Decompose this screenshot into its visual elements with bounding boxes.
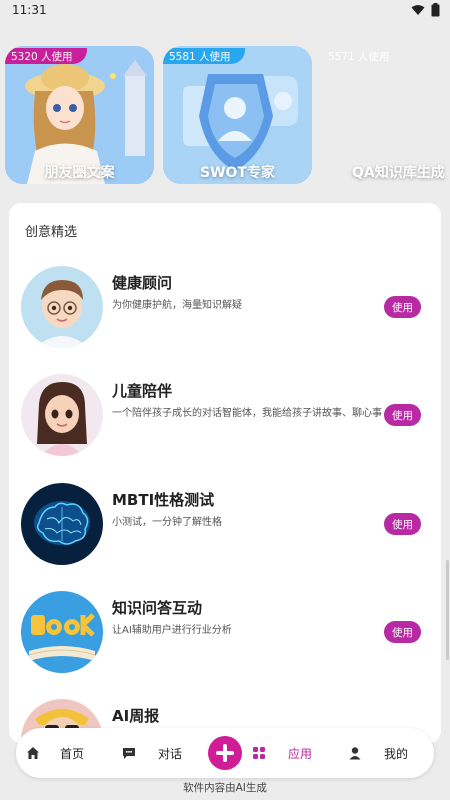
card-title: QA知识库生成 [352,165,445,181]
use-button[interactable]: 使用 [384,296,421,318]
card-title: SWOT专家 [200,165,275,181]
list-item-knowledge-qa[interactable]: 知识问答互动 让AI辅助用户进行行业分析 使用 [9,591,441,691]
featured-carousel[interactable]: 5320 人使用 朋友圈文案 5581 人使用 SWOT专家 5571 人使用 … [0,46,450,186]
nav-label: 首页 [60,746,85,761]
status-bar: 11:31 [0,0,450,20]
girl-avatar-illustration [21,374,103,456]
avatar [21,591,103,673]
carousel-card-qa-knowledge[interactable]: 5571 人使用 QA知识库生成 [322,46,450,184]
usage-badge: 5581 人使用 [163,48,245,64]
status-time: 11:31 [12,3,47,17]
item-description: 为你健康护航，海量知识解疑 [112,300,242,311]
nav-mine[interactable]: 我的 [348,728,408,778]
use-button[interactable]: 使用 [384,621,421,643]
chat-icon [123,748,135,759]
carousel-card-friends-copy[interactable]: 5320 人使用 朋友圈文案 [5,46,154,184]
nav-label: 对话 [158,746,183,761]
nav-home[interactable]: 首页 [26,728,84,778]
usage-badge: 5320 人使用 [5,48,87,64]
book-illustration [21,591,103,673]
section-title: 创意精选 [25,225,78,240]
item-title: 儿童陪伴 [112,382,173,400]
person-icon [349,747,361,760]
usage-badge: 5571 人使用 [328,50,390,63]
avatar [21,266,103,348]
boy-avatar-illustration [21,266,103,348]
use-button[interactable]: 使用 [384,513,421,535]
home-icon [27,747,39,759]
carousel-card-swot-expert[interactable]: 5581 人使用 SWOT专家 [163,46,312,184]
nav-chat[interactable]: 对话 [122,728,182,778]
scrollbar[interactable] [446,560,449,660]
creative-picks-panel: 创意精选 健康顾问 为你健康护航，海量知识解疑 使用 儿童陪伴 一个陪伴孩子成长… [9,203,441,743]
nav-label: 我的 [384,746,409,761]
battery-icon [431,3,440,17]
list-item-child-companion[interactable]: 儿童陪伴 一个陪伴孩子成长的对话智能体，我能给孩子讲故事、聊心事 使用 [9,374,441,474]
nav-label: 应用 [288,746,313,761]
item-title: AI周报 [112,707,160,725]
avatar [21,374,103,456]
item-description: 小测试，一分钟了解性格 [112,517,222,528]
apps-grid-icon [253,747,265,759]
add-button[interactable] [208,736,242,770]
use-button[interactable]: 使用 [384,404,421,426]
item-title: 知识问答互动 [112,599,203,617]
list-item-mbti-test[interactable]: MBTI性格测试 小测试，一分钟了解性格 使用 [9,483,441,583]
nav-apps[interactable]: 应用 [252,728,312,778]
ai-disclaimer: 软件内容由AI生成 [183,782,267,794]
item-description: 让AI辅助用户进行行业分析 [112,625,232,636]
wifi-icon [411,5,425,15]
bottom-navigation: 首页 对话 应用 我的 [16,728,434,778]
avatar [21,483,103,565]
list-item-health-advisor[interactable]: 健康顾问 为你健康护航，海量知识解疑 使用 [9,266,441,366]
brain-illustration [21,483,103,565]
item-description: 一个陪伴孩子成长的对话智能体，我能给孩子讲故事、聊心事 [112,408,382,419]
card-title: 朋友圈文案 [44,165,115,181]
item-title: 健康顾问 [112,274,173,292]
item-title: MBTI性格测试 [112,491,215,509]
status-icons [411,3,440,17]
